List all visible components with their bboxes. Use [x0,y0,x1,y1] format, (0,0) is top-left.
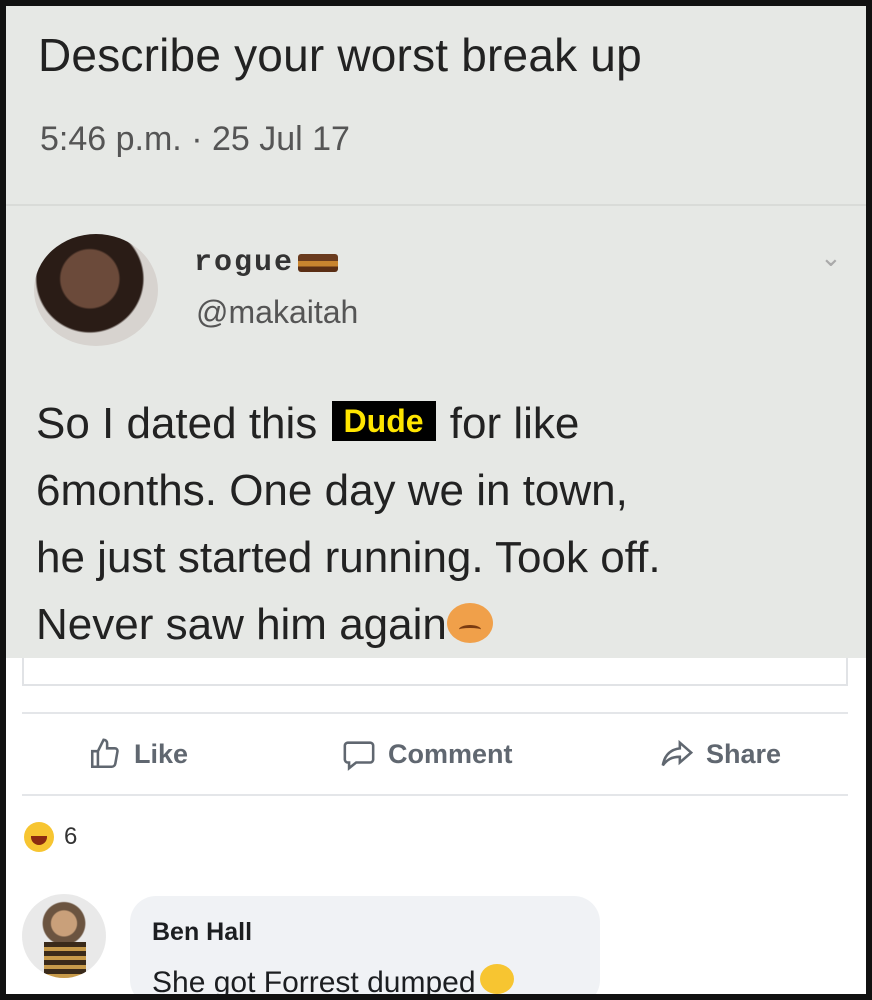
actions-divider-top [22,712,848,714]
comment-text: She got Forrest dumped [152,966,476,994]
share-arrow-icon [661,739,694,767]
post-actions-bar: Like Comment Share [6,726,866,782]
cake-emoji-icon [298,254,339,272]
tweet-divider [6,204,866,206]
reply-body: So I dated this Dude for like 6months. O… [36,390,836,658]
speech-bubble-icon [343,741,375,771]
redacted-word-label: Dude [331,401,436,441]
comment-author[interactable]: Ben Hall [152,918,252,947]
frowning-emoji-icon [446,603,493,643]
comment-text-row: She got Forrest dumped [152,964,514,994]
post-content-border [22,658,848,686]
tweet-title: Describe your worst break up [38,29,642,81]
reaction-count: 6 [64,823,78,850]
like-button[interactable]: Like [88,726,188,782]
body-part1: So I dated this [36,399,318,448]
share-button[interactable]: Share [660,726,781,782]
chevron-down-icon: ⌄ [820,242,842,272]
reply-display-name: rogue [194,246,339,280]
body-line4: Never saw him again [36,600,447,649]
like-label: Like [134,738,189,769]
thumbs-up-icon [90,738,119,769]
display-name-text: rogue [194,246,295,280]
comment-label: Comment [388,738,513,769]
tweet-timestamp: 5:46 p.m. · 25 Jul 17 [40,120,350,158]
reply-avatar [34,234,158,346]
comment-avatar[interactable] [22,894,106,978]
body-part2: for like [449,399,580,448]
comment-button[interactable]: Comment [342,726,513,782]
reaction-summary[interactable]: 6 [24,822,77,852]
comment-bubble: Ben Hall She got Forrest dumped [130,896,600,994]
reply-handle: @makaitah [196,294,359,330]
haha-icon [24,822,54,852]
laughing-emoji-icon [479,964,514,994]
post-frame: Describe your worst break up 5:46 p.m. ·… [6,6,866,994]
share-label: Share [706,738,782,769]
actions-divider-bottom [22,794,848,796]
body-line3: he just started running. Took off. [36,533,661,582]
tweet-screenshot: Describe your worst break up 5:46 p.m. ·… [6,6,866,658]
body-line2: 6months. One day we in town, [36,466,628,515]
